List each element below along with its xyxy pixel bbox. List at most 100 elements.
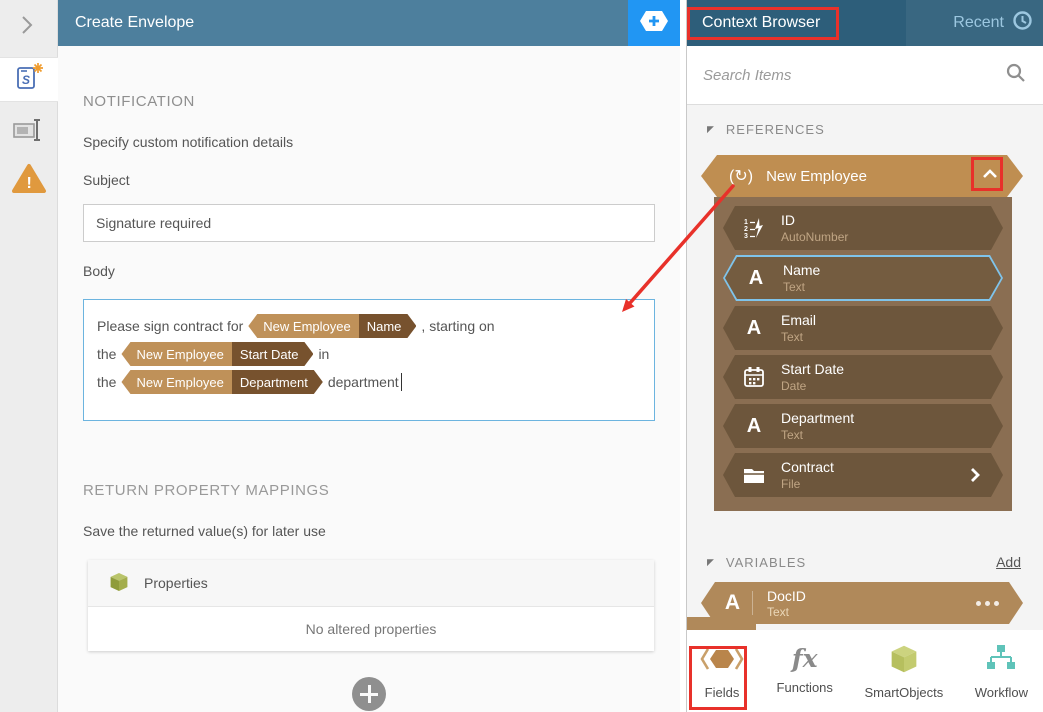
body-line: Please sign contract for New Employee Nam… bbox=[97, 312, 642, 340]
section-expand-triangle-icon: ◤ bbox=[707, 123, 715, 134]
token-field: Department bbox=[232, 370, 323, 394]
left-icon-rail: S ! bbox=[0, 0, 58, 712]
field-token-department[interactable]: New Employee Department bbox=[121, 370, 322, 394]
cube-icon bbox=[108, 571, 130, 596]
add-variable-link[interactable]: Add bbox=[996, 554, 1021, 570]
body-text: , starting on bbox=[421, 318, 495, 334]
field-type: Text bbox=[781, 330, 804, 344]
reference-group-name: New Employee bbox=[766, 167, 867, 185]
field-item-name[interactable]: A Name Text bbox=[725, 257, 1001, 299]
token-field: Name bbox=[359, 314, 417, 338]
add-field-button[interactable] bbox=[628, 0, 680, 46]
toolbar-tab-smartobjects[interactable]: SmartObjects bbox=[864, 644, 943, 712]
token-field: Start Date bbox=[232, 342, 314, 366]
context-browser-title: Context Browser bbox=[702, 14, 821, 31]
subject-input[interactable] bbox=[83, 204, 655, 242]
variables-section-header[interactable]: ◤ VARIABLES Add bbox=[707, 552, 1021, 572]
body-line: the New Employee Start Date in bbox=[97, 340, 642, 368]
panel-header: Create Envelope bbox=[58, 0, 680, 46]
field-name: Email bbox=[781, 312, 817, 328]
chevron-right-icon bbox=[16, 16, 38, 42]
toolbar-tab-functions[interactable]: fx Functions bbox=[777, 644, 833, 712]
rail-tab-step-config[interactable]: S bbox=[0, 57, 58, 102]
org-chart-icon bbox=[985, 644, 1017, 679]
field-item-contract[interactable]: Contract File bbox=[723, 453, 1003, 497]
svg-text:2: 2 bbox=[744, 226, 748, 233]
recent-button[interactable]: Recent bbox=[906, 0, 1043, 46]
rail-tab-warnings[interactable]: ! bbox=[0, 163, 58, 200]
autonumber-123-icon: 1 2 3 bbox=[741, 216, 767, 240]
references-section-title: REFERENCES bbox=[725, 121, 825, 137]
reference-fields-panel: 1 2 3 ID AutoNumber A Name Text A Email … bbox=[714, 197, 1012, 511]
search-bar bbox=[687, 46, 1043, 105]
app-window: S ! Create Envelope NOTIFICATION Specify… bbox=[0, 0, 1043, 712]
toolbar-tab-workflow[interactable]: Workflow bbox=[975, 644, 1028, 712]
body-label: Body bbox=[83, 263, 115, 279]
body-text: in bbox=[318, 346, 330, 362]
field-name: Contract bbox=[781, 459, 834, 475]
notification-section-title: NOTIFICATION bbox=[83, 93, 195, 110]
field-token-start-date[interactable]: New Employee Start Date bbox=[121, 342, 313, 366]
empty-properties-message: No altered properties bbox=[305, 621, 437, 637]
token-scope: New Employee bbox=[121, 370, 231, 394]
properties-card-header: Properties bbox=[88, 560, 654, 607]
field-token-name[interactable]: New Employee Name bbox=[248, 314, 416, 338]
toolbar-label: Fields bbox=[704, 685, 740, 700]
text-field-icon bbox=[12, 116, 46, 149]
body-editor[interactable]: Please sign contract for New Employee Nam… bbox=[83, 299, 655, 421]
folder-icon bbox=[741, 466, 767, 485]
return-mappings-description: Save the returned value(s) for later use bbox=[83, 523, 326, 539]
letter-a-icon: A bbox=[746, 414, 762, 437]
field-item-start-date[interactable]: Start Date Date bbox=[723, 355, 1003, 399]
search-input[interactable] bbox=[703, 66, 1005, 84]
chevron-up-icon bbox=[981, 167, 999, 185]
warning-triangle-icon: ! bbox=[11, 163, 47, 200]
svg-text:3: 3 bbox=[744, 233, 748, 240]
reference-group-new-employee[interactable]: (↻) New Employee bbox=[701, 155, 1023, 197]
references-section-header[interactable]: ◤ REFERENCES bbox=[707, 119, 1021, 139]
reference-refresh-icon: (↻) bbox=[729, 168, 754, 185]
field-type: Text bbox=[783, 280, 806, 294]
add-mapping-button[interactable] bbox=[352, 677, 386, 711]
rail-tab-text[interactable] bbox=[0, 116, 58, 149]
text-cursor bbox=[400, 373, 402, 391]
magnifier-icon[interactable] bbox=[1005, 62, 1027, 89]
body-text: the bbox=[97, 346, 117, 362]
clock-icon bbox=[1012, 10, 1033, 36]
properties-card: Properties No altered properties bbox=[88, 560, 654, 651]
field-item-id[interactable]: 1 2 3 ID AutoNumber bbox=[723, 206, 1003, 250]
hexagon-plus-icon bbox=[638, 9, 670, 38]
field-item-department[interactable]: A Department Text bbox=[723, 404, 1003, 448]
toolbar-label: Functions bbox=[776, 680, 833, 695]
notification-description: Specify custom notification details bbox=[83, 134, 294, 150]
drilldown-chevron-icon[interactable] bbox=[969, 466, 981, 484]
svg-text:1: 1 bbox=[744, 219, 748, 226]
recent-label: Recent bbox=[953, 14, 1004, 31]
body-text: department bbox=[327, 374, 399, 390]
variable-type: Text bbox=[767, 604, 790, 619]
field-type: Date bbox=[781, 379, 807, 393]
body-text: Please sign contract for bbox=[97, 318, 244, 334]
field-type: AutoNumber bbox=[781, 230, 849, 244]
hexagon-brackets-icon bbox=[699, 644, 745, 679]
cube-icon bbox=[888, 644, 920, 679]
selected-field-ring: A Name Text bbox=[723, 255, 1003, 301]
body-line: the New Employee Department department bbox=[97, 368, 642, 396]
field-item-email[interactable]: A Email Text bbox=[723, 306, 1003, 350]
token-scope: New Employee bbox=[121, 342, 231, 366]
ellipsis-icon[interactable] bbox=[976, 601, 999, 606]
context-browser-toolbar: Fields fx Functions SmartObjects Workflo… bbox=[687, 630, 1043, 712]
section-expand-triangle-icon: ◤ bbox=[707, 556, 715, 567]
collapse-panel-button[interactable] bbox=[16, 12, 38, 43]
toolbar-tab-fields[interactable]: Fields bbox=[699, 644, 745, 712]
panel-body: NOTIFICATION Specify custom notification… bbox=[58, 93, 680, 711]
fx-icon: fx bbox=[791, 644, 818, 673]
context-browser-header: Context Browser Recent bbox=[687, 0, 1043, 46]
return-mappings-section-title: RETURN PROPERTY MAPPINGS bbox=[83, 482, 330, 499]
letter-a-icon: A bbox=[723, 591, 753, 615]
variable-name: DocID bbox=[767, 587, 806, 604]
field-name: Department bbox=[781, 410, 855, 426]
calendar-icon bbox=[741, 366, 767, 388]
collapse-group-button[interactable] bbox=[981, 167, 999, 185]
properties-card-title: Properties bbox=[144, 575, 208, 591]
